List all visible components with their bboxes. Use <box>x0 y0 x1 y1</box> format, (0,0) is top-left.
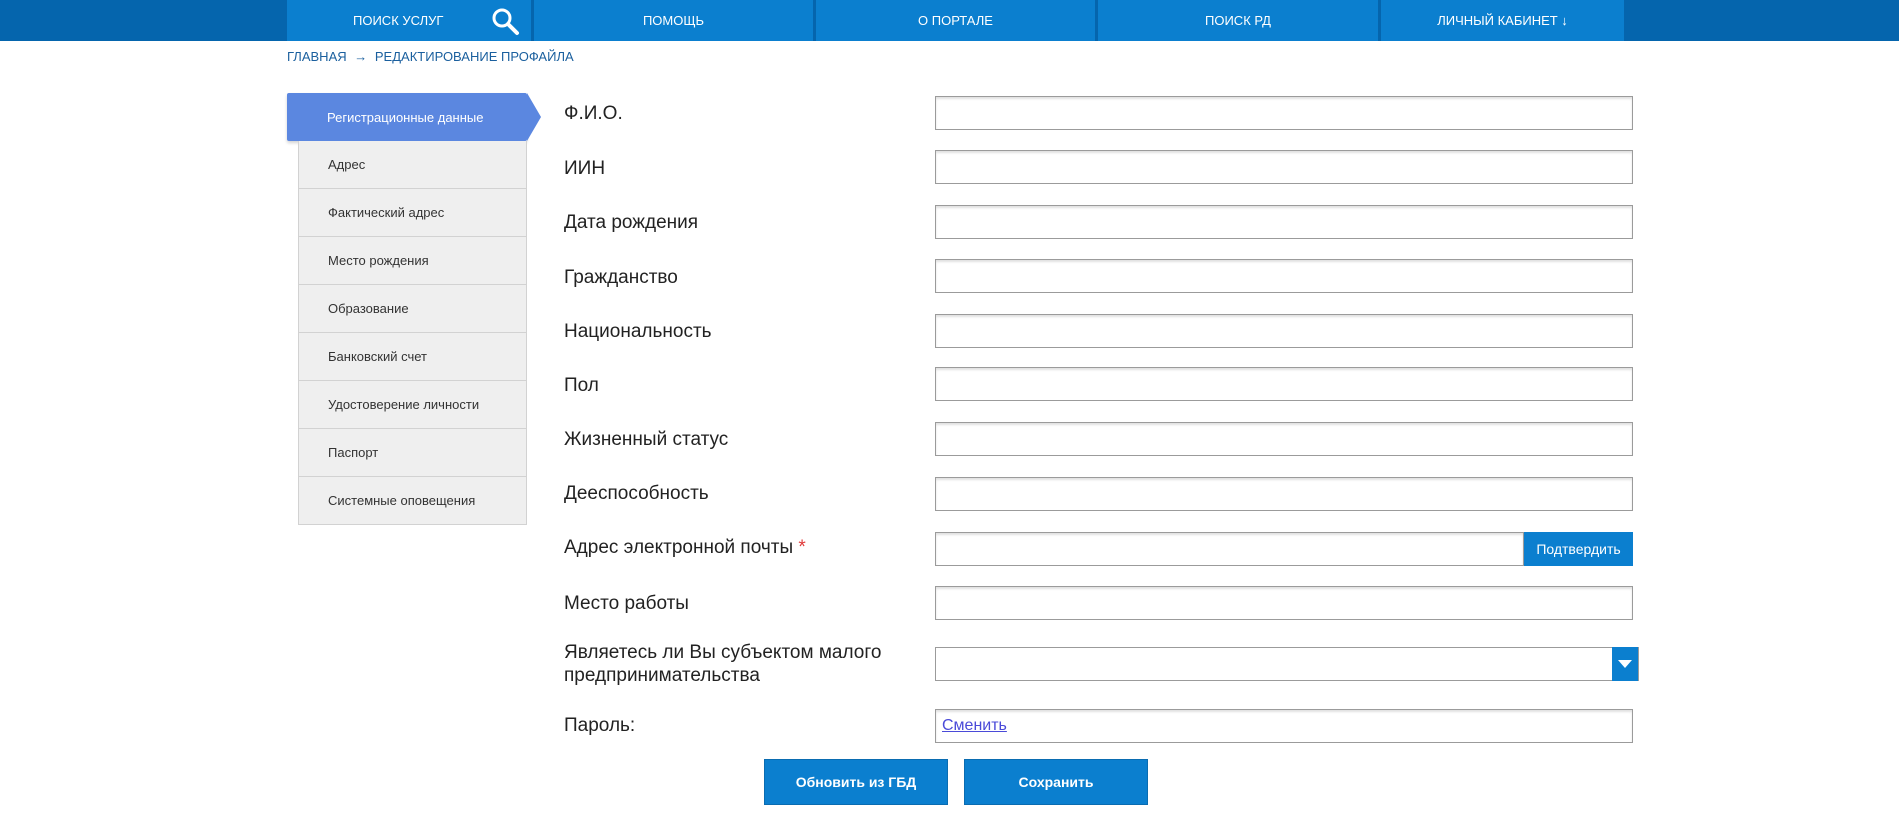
sidebar-item-address[interactable]: Адрес <box>298 141 527 189</box>
breadcrumb-separator: → <box>354 49 368 64</box>
fio-field[interactable] <box>935 96 1633 130</box>
change-password-link[interactable]: Сменить <box>942 717 1007 735</box>
chevron-down-icon[interactable] <box>1612 647 1638 681</box>
gender-field[interactable] <box>935 367 1633 401</box>
confirm-email-button[interactable]: Подтвердить <box>1524 532 1633 566</box>
iin-field[interactable] <box>935 150 1633 184</box>
email-label: Адрес электронной почты * <box>564 536 806 559</box>
workplace-label: Место работы <box>564 593 689 614</box>
save-button[interactable]: Сохранить <box>964 759 1148 805</box>
sidebar-item-birthplace[interactable]: Место рождения <box>298 237 527 285</box>
breadcrumb-current: Редактирование профайла <box>374 49 574 64</box>
citizenship-field[interactable] <box>935 259 1633 293</box>
nav-help[interactable]: Помощь <box>534 0 816 41</box>
email-label-text: Адрес электронной почты <box>564 537 794 558</box>
profile-sidebar: Регистрационные данные Адрес Фактический… <box>287 93 541 525</box>
small-business-label: Являетесь ли Вы субъектом малого предпри… <box>564 641 881 687</box>
sidebar-item-system-notifications[interactable]: Системные оповещения <box>298 477 527 525</box>
nationality-field[interactable] <box>935 314 1633 348</box>
sidebar-item-identity-card[interactable]: Удостоверение личности <box>298 381 527 429</box>
capacity-label: Дееспособность <box>564 483 709 504</box>
breadcrumb: Главная → Редактирование профайла <box>287 49 574 64</box>
gender-label: Пол <box>564 375 599 396</box>
small-business-label-line2: предпринимательства <box>564 665 760 686</box>
required-marker: * <box>798 537 806 558</box>
citizenship-label: Гражданство <box>564 267 678 288</box>
iin-label: ИИН <box>564 158 606 179</box>
fio-label: Ф.И.О. <box>564 103 623 124</box>
sidebar-item-registration-data[interactable]: Регистрационные данные <box>287 93 541 141</box>
sidebar-item-passport[interactable]: Паспорт <box>298 429 527 477</box>
nav-search-rd[interactable]: Поиск РД <box>1098 0 1381 41</box>
small-business-label-line1: Являетесь ли Вы субъектом малого <box>564 642 882 663</box>
birthdate-field[interactable] <box>935 205 1633 239</box>
capacity-field[interactable] <box>935 477 1633 511</box>
nav-search-services[interactable]: Поиск услуг <box>287 0 534 41</box>
search-icon[interactable] <box>479 0 531 41</box>
breadcrumb-home-link[interactable]: Главная <box>287 49 347 64</box>
sidebar-item-bank-account[interactable]: Банковский счет <box>298 333 527 381</box>
update-from-gbd-button[interactable]: Обновить из ГБД <box>764 759 948 805</box>
nav-about-portal[interactable]: О портале <box>816 0 1098 41</box>
sidebar-item-education[interactable]: Образование <box>298 285 527 333</box>
password-label: Пароль: <box>564 715 636 736</box>
life-status-label: Жизненный статус <box>564 429 729 450</box>
password-field: Сменить <box>935 709 1633 743</box>
life-status-field[interactable] <box>935 422 1633 456</box>
workplace-field[interactable] <box>935 586 1633 620</box>
nav-search-services-label: Поиск услуг <box>353 13 444 28</box>
email-field[interactable] <box>935 532 1524 566</box>
nationality-label: Национальность <box>564 321 712 342</box>
nav-personal-cabinet[interactable]: Личный кабинет ↓ <box>1381 0 1624 41</box>
birthdate-label: Дата рождения <box>564 212 699 233</box>
sidebar-item-actual-address[interactable]: Фактический адрес <box>298 189 527 237</box>
small-business-select[interactable] <box>935 647 1639 681</box>
top-navigation: Поиск услуг Помощь О портале Поиск РД Ли… <box>0 0 1899 41</box>
